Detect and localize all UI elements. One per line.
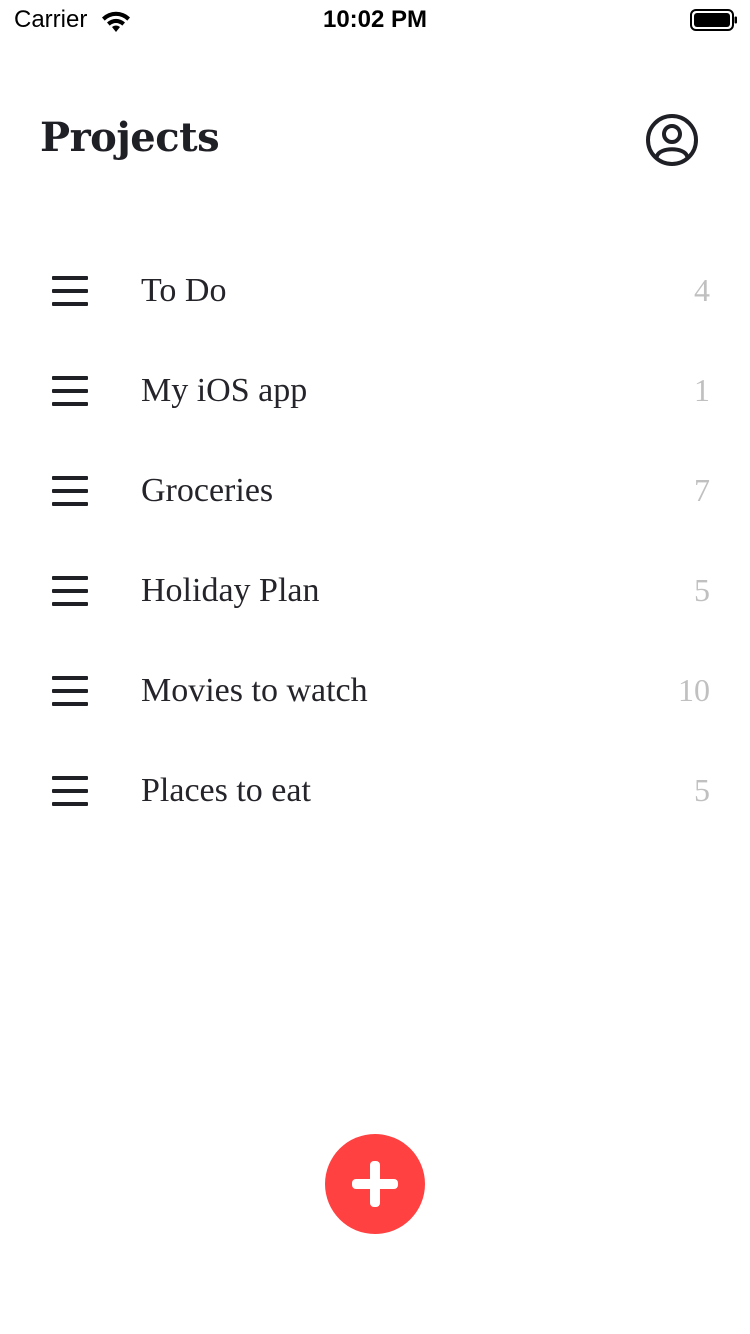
plus-icon [350,1159,400,1209]
add-project-button[interactable] [325,1134,425,1234]
project-name: Places to eat [141,772,311,809]
page-title: Projects [40,114,220,161]
project-name: Holiday Plan [141,572,320,609]
drag-handle-icon[interactable] [52,374,88,410]
battery-full-icon [690,9,737,31]
drag-handle-icon[interactable] [52,774,88,810]
project-count: 4 [694,272,710,308]
drag-handle-icon[interactable] [52,474,88,510]
project-name: To Do [141,272,227,309]
project-name: Groceries [141,472,274,509]
project-row-groceries[interactable]: Groceries 7 [0,442,750,542]
project-count: 1 [694,372,710,408]
drag-handle-icon[interactable] [52,274,88,310]
profile-button[interactable] [645,113,699,167]
project-count: 5 [694,572,710,608]
project-row-movies-to-watch[interactable]: Movies to watch 10 [0,642,750,742]
project-row-places-to-eat[interactable]: Places to eat 5 [0,742,750,842]
project-count: 5 [694,772,710,808]
status-time: 10:02 PM [322,6,428,33]
project-name: Movies to watch [141,672,368,709]
project-row-to-do[interactable]: To Do 4 [0,242,750,342]
project-name: My iOS app [141,372,308,409]
status-bar: Carrier 10:02 PM [0,0,750,40]
project-row-holiday-plan[interactable]: Holiday Plan 5 [0,542,750,642]
project-count: 7 [694,472,710,508]
project-count: 10 [678,672,710,708]
user-circle-icon [646,114,698,166]
drag-handle-icon[interactable] [52,574,88,610]
drag-handle-icon[interactable] [52,674,88,710]
project-list: To Do 4 My iOS app 1 Groceries 7 Holiday… [0,242,750,842]
project-row-my-ios-app[interactable]: My iOS app 1 [0,342,750,442]
